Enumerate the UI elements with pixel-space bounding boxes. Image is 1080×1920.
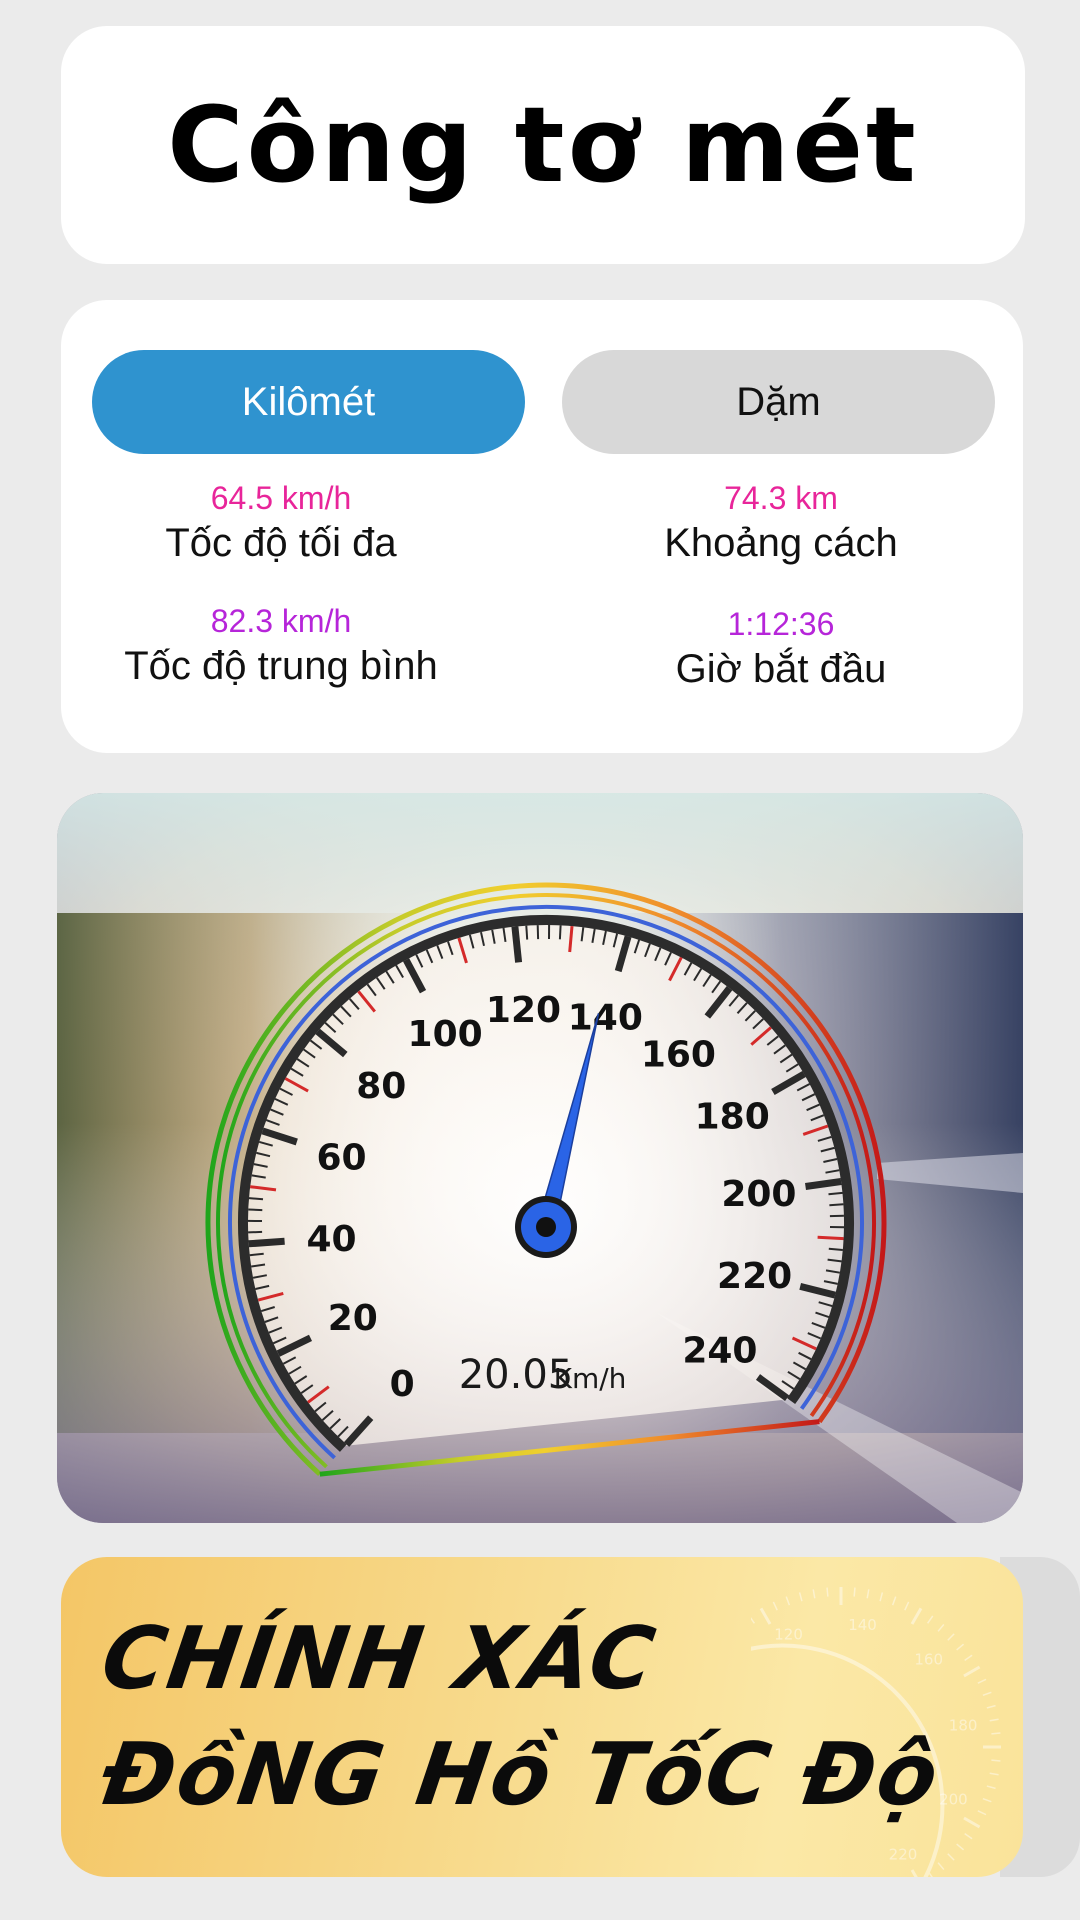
start-time-stat: 1:12:36 Giờ bắt đầu xyxy=(561,606,1001,692)
dial-tick xyxy=(511,926,523,963)
dial-scale-label: 240 xyxy=(682,1330,757,1371)
kilometer-unit-button[interactable]: Kilômét xyxy=(92,350,525,454)
max-speed-value: 64.5 km/h xyxy=(210,480,352,516)
start-time-value: 1:12:36 xyxy=(727,606,835,642)
dial-tick xyxy=(525,925,529,940)
start-time-label: Giờ bắt đầu xyxy=(675,647,887,691)
banner-decor-label: 200 xyxy=(939,1790,968,1808)
banner-speedometer-icon: 100120140160180200220 xyxy=(751,1587,1001,1877)
avg-speed-stat: 82.3 km/h Tốc độ trung bình xyxy=(61,603,501,689)
mile-unit-button[interactable]: Dặm xyxy=(562,350,995,454)
dial-scale-label: 20 xyxy=(328,1298,378,1339)
page-title: Công tơ mét xyxy=(167,84,919,206)
dial-tick xyxy=(828,1191,843,1196)
promo-banner[interactable]: 100120140160180200220 CHÍNH XÁC ĐồNG Hồ … xyxy=(61,1557,1023,1877)
dial-tick xyxy=(248,1208,263,1212)
dial-scale-label: 80 xyxy=(356,1066,406,1107)
banner-headline-2: ĐồNG Hồ TốC Độ xyxy=(95,1725,946,1825)
max-speed-stat: 64.5 km/h Tốc độ tối đa xyxy=(61,480,501,566)
dial-tick xyxy=(248,1197,264,1201)
distance-value: 74.3 km xyxy=(724,480,838,516)
dial-tick xyxy=(248,1230,263,1234)
banner-decor-label: 140 xyxy=(848,1616,877,1634)
dial-scale-label: 120 xyxy=(486,990,561,1031)
dial-scale-label: 100 xyxy=(408,1014,483,1055)
dial-tick xyxy=(805,1178,842,1190)
dial-scale-label: 0 xyxy=(390,1364,415,1405)
dial-scale-label: 220 xyxy=(717,1256,792,1297)
title-card: Công tơ mét xyxy=(61,26,1025,264)
avg-speed-label: Tốc độ trung bình xyxy=(124,644,438,688)
speedometer-gauge: 020406080100120 140160180200220240 20.05 … xyxy=(57,793,1023,1523)
max-speed-label: Tốc độ tối đa xyxy=(165,521,397,565)
dial-tick xyxy=(558,925,562,940)
speedometer-panel: 0 20 40 60 80 100 120 140 160 180 200 220 240 20.05 … xyxy=(57,793,1023,1523)
avg-speed-value: 82.3 km/h xyxy=(210,603,352,639)
dial-tick xyxy=(829,1203,844,1207)
banner-decor-label: 180 xyxy=(949,1716,978,1734)
banner-decor-label: 160 xyxy=(914,1650,943,1668)
speed-readout-unit: Km/h xyxy=(554,1362,627,1395)
banner-decor-label: 220 xyxy=(889,1845,918,1863)
dial-tick xyxy=(817,1235,844,1241)
dial-tick xyxy=(828,1247,843,1251)
banner-headline-1: CHÍNH XÁC xyxy=(95,1609,663,1709)
distance-label: Khoảng cách xyxy=(664,521,898,565)
banner-decor-label: 120 xyxy=(774,1626,803,1644)
dial-scale-label: 160 xyxy=(641,1035,716,1076)
dial-tick xyxy=(248,1237,285,1248)
distance-stat: 74.3 km Khoảng cách xyxy=(561,480,1001,566)
dial-scale-label: 140 xyxy=(568,997,643,1038)
dial-scale-label: 60 xyxy=(316,1138,366,1179)
dial-scale-label: 40 xyxy=(306,1219,356,1260)
dial-scale-label: 180 xyxy=(695,1097,770,1138)
needle-hub-center xyxy=(536,1217,556,1237)
dial-scale-label: 200 xyxy=(721,1174,796,1215)
stats-card: Kilômét Dặm 64.5 km/h Tốc độ tối đa 74.3… xyxy=(61,300,1023,753)
